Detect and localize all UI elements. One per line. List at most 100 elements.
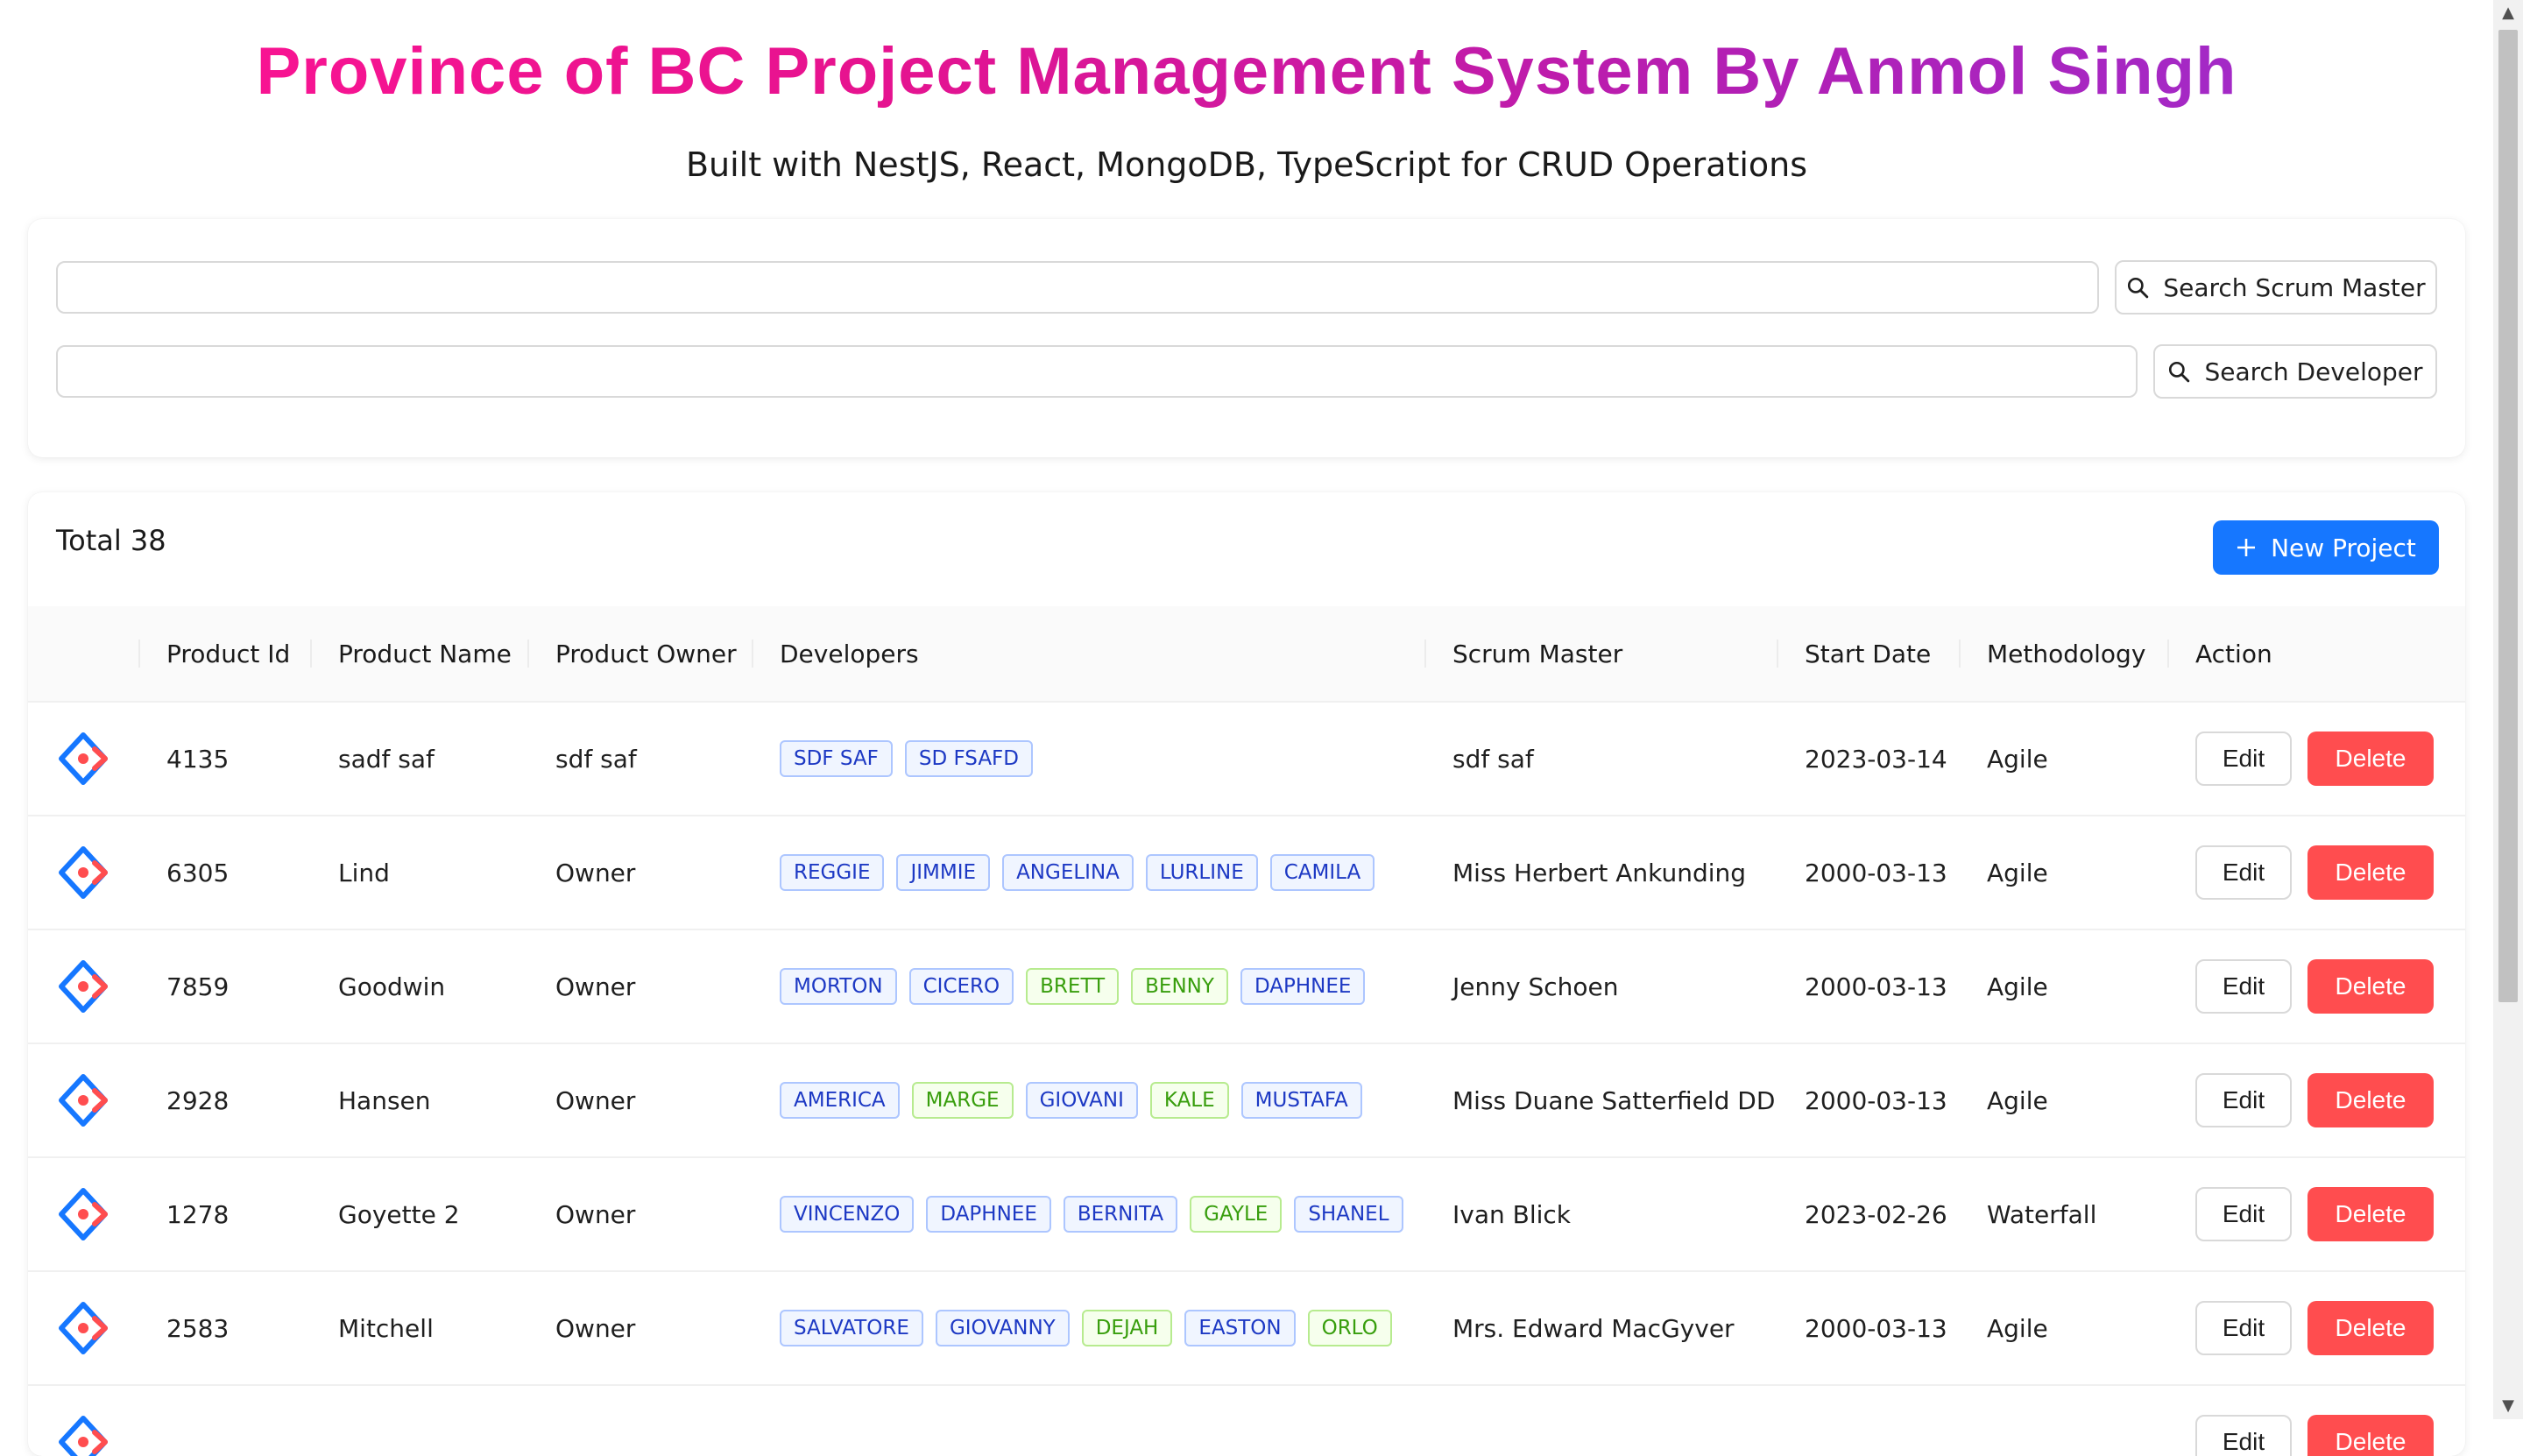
developers-cell: SDF SAF SD FSAFD <box>752 702 1424 816</box>
column-header-product-owner[interactable]: Product Owner <box>527 606 752 703</box>
action-cell: Edit Delete <box>2167 1157 2465 1272</box>
action-cell: Edit Delete <box>2167 929 2465 1044</box>
project-logo-icon <box>56 1187 138 1241</box>
start-date-cell <box>1777 1385 1959 1456</box>
edit-button[interactable]: Edit <box>2195 1301 2292 1355</box>
table-row: Edit Delete <box>28 1385 2465 1456</box>
column-header-developers[interactable]: Developers <box>752 606 1424 703</box>
methodology-cell: Agile <box>1959 1043 2167 1158</box>
column-header-methodology[interactable]: Methodology <box>1959 606 2167 703</box>
edit-button[interactable]: Edit <box>2195 1415 2292 1456</box>
scrum-master-cell: Mrs. Edward MacGyver <box>1424 1271 1777 1386</box>
developer-tag: GIOVANNY <box>935 1310 1070 1346</box>
column-header-start-date[interactable]: Start Date <box>1777 606 1959 703</box>
developer-tag: MARGE <box>911 1082 1014 1119</box>
developers-cell: MORTON CICERO BRETT BENNY DAPHNEE <box>752 929 1424 1044</box>
developers-cell <box>752 1385 1424 1456</box>
table-row: 6305 Lind Owner REGGIE JIMMIE ANGELINA LURLINE… <box>28 816 2465 930</box>
developer-search-input[interactable] <box>56 345 2138 398</box>
product-name-cell: Hansen <box>310 1043 527 1158</box>
edit-button[interactable]: Edit <box>2195 1073 2292 1127</box>
delete-button[interactable]: Delete <box>2307 1073 2434 1127</box>
developer-tag: BERNITA <box>1063 1196 1178 1233</box>
scrollbar-thumb[interactable] <box>2498 30 2518 1002</box>
table-row: 7859 Goodwin Owner MORTON CICERO BRETT BENNY DA… <box>28 929 2465 1044</box>
start-date-cell: 2023-02-26 <box>1777 1157 1959 1272</box>
scrum-master-cell: sdf saf <box>1424 702 1777 816</box>
scrum-master-cell: Ivan Blick <box>1424 1157 1777 1272</box>
product-name-cell: Lind <box>310 816 527 930</box>
vertical-scrollbar[interactable]: ▲ ▼ <box>2493 0 2523 1419</box>
search-developer-button[interactable]: Search Developer <box>2153 344 2437 399</box>
developers-cell: VINCENZO DAPHNEE BERNITA GAYLE SHANEL <box>752 1157 1424 1272</box>
methodology-cell: Agile <box>1959 1271 2167 1386</box>
search-scrum-master-label: Search Scrum Master <box>2163 272 2426 302</box>
scrum-master-search-input[interactable] <box>56 261 2099 314</box>
developer-tag: ORLO <box>1307 1310 1392 1346</box>
developer-tag: AMERICA <box>780 1082 900 1119</box>
developer-tag: VINCENZO <box>780 1196 915 1233</box>
delete-button[interactable]: Delete <box>2307 1187 2434 1241</box>
developer-tag: GAYLE <box>1190 1196 1283 1233</box>
developer-tag: ANGELINA <box>1002 854 1134 891</box>
edit-button[interactable]: Edit <box>2195 1187 2292 1241</box>
product-name-cell: Goyette 2 <box>310 1157 527 1272</box>
search-developer-label: Search Developer <box>2204 357 2423 386</box>
developer-tag: DAPHNEE <box>1240 968 1366 1005</box>
search-icon <box>2169 361 2190 383</box>
column-header-product-name[interactable]: Product Name <box>310 606 527 703</box>
developer-tag: GIOVANI <box>1025 1082 1138 1119</box>
developer-tag: BRETT <box>1026 968 1120 1005</box>
developer-tag: BENNY <box>1131 968 1228 1005</box>
methodology-cell: Waterfall <box>1959 1157 2167 1272</box>
methodology-cell <box>1959 1385 2167 1456</box>
row-icon-cell <box>28 816 138 930</box>
start-date-cell: 2000-03-13 <box>1777 1271 1959 1386</box>
project-logo-icon <box>56 845 138 900</box>
product-id-cell <box>138 1385 310 1456</box>
new-project-label: New Project <box>2271 533 2416 562</box>
delete-button[interactable]: Delete <box>2307 845 2434 900</box>
edit-button[interactable]: Edit <box>2195 732 2292 786</box>
search-scrum-master-button[interactable]: Search Scrum Master <box>2115 260 2437 315</box>
scrum-master-cell: Miss Duane Satterfield DDS <box>1424 1043 1777 1158</box>
methodology-cell: Agile <box>1959 929 2167 1044</box>
page-title: Province of BC Project Management System… <box>0 33 2493 110</box>
start-date-cell: 2023-03-14 <box>1777 702 1959 816</box>
table-row: 4135 sadf saf sdf saf SDF SAF SD FSAFD sdf sa… <box>28 702 2465 816</box>
scrum-master-cell <box>1424 1385 1777 1456</box>
developers-cell: SALVATORE GIOVANNY DEJAH EASTON ORLO <box>752 1271 1424 1386</box>
developer-tag: REGGIE <box>780 854 885 891</box>
column-header-product-id[interactable]: Product Id <box>138 606 310 703</box>
start-date-cell: 2000-03-13 <box>1777 816 1959 930</box>
new-project-button[interactable]: New Project <box>2213 520 2439 575</box>
delete-button[interactable]: Delete <box>2307 732 2434 786</box>
project-logo-icon <box>56 959 138 1014</box>
row-icon-cell <box>28 929 138 1044</box>
methodology-cell: Agile <box>1959 816 2167 930</box>
developer-tag: JIMMIE <box>896 854 991 891</box>
delete-button[interactable]: Delete <box>2307 959 2434 1014</box>
start-date-cell: 2000-03-13 <box>1777 1043 1959 1158</box>
column-header-scrum-master[interactable]: Scrum Master <box>1424 606 1777 703</box>
product-id-cell: 2928 <box>138 1043 310 1158</box>
methodology-cell: Agile <box>1959 702 2167 816</box>
product-owner-cell: Owner <box>527 1043 752 1158</box>
product-name-cell: Goodwin <box>310 929 527 1044</box>
search-icon <box>2128 277 2149 299</box>
developer-tag: MORTON <box>780 968 897 1005</box>
row-icon-cell <box>28 1157 138 1272</box>
edit-button[interactable]: Edit <box>2195 959 2292 1014</box>
scroll-down-arrow-icon[interactable]: ▼ <box>2493 1393 2523 1419</box>
delete-button[interactable]: Delete <box>2307 1415 2434 1456</box>
project-logo-icon <box>56 1073 138 1127</box>
developer-tag: KALE <box>1149 1082 1229 1119</box>
product-id-cell: 1278 <box>138 1157 310 1272</box>
action-cell: Edit Delete <box>2167 816 2465 930</box>
developer-tag: SHANEL <box>1294 1196 1403 1233</box>
scroll-up-arrow-icon[interactable]: ▲ <box>2493 0 2523 26</box>
row-icon-cell <box>28 1043 138 1158</box>
delete-button[interactable]: Delete <box>2307 1301 2434 1355</box>
product-name-cell <box>310 1385 527 1456</box>
edit-button[interactable]: Edit <box>2195 845 2292 900</box>
